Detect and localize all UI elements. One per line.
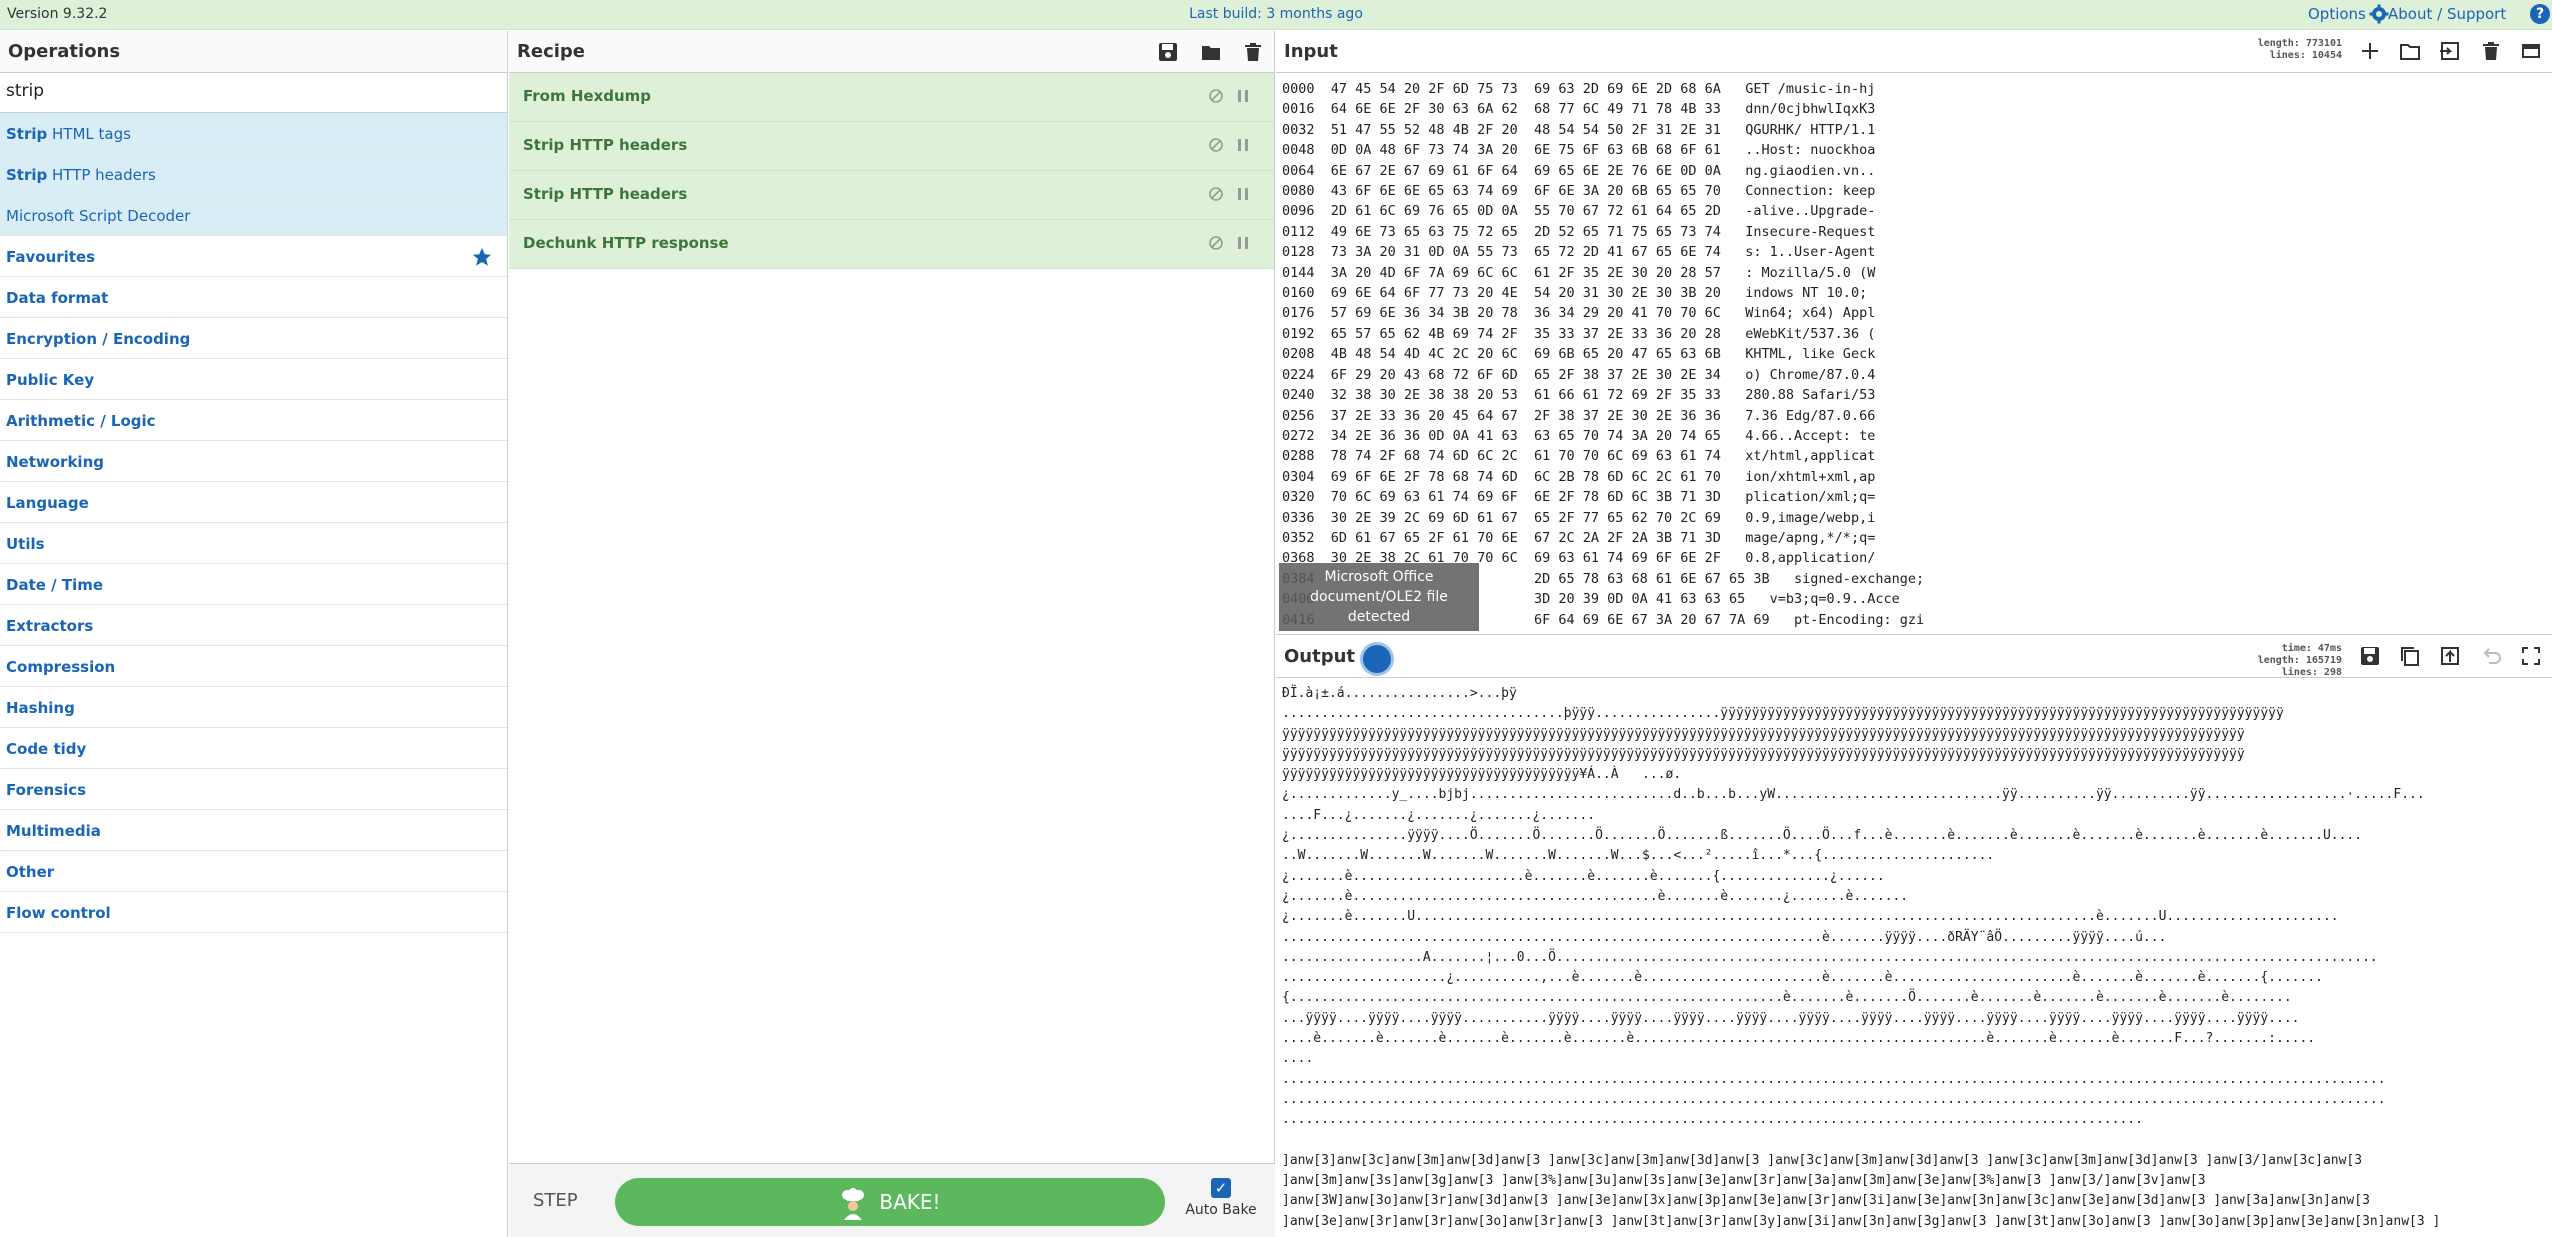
recipe-operation-label: Dechunk HTTP response [523, 234, 729, 252]
open-folder-icon[interactable] [2399, 40, 2421, 62]
disable-icon[interactable] [1208, 235, 1224, 251]
output-text[interactable]: ÐÏ.à¡±.á................>...þÿ .........… [1282, 684, 2544, 1234]
result-match: Strip [6, 125, 48, 143]
step-button[interactable]: STEP [533, 1190, 578, 1211]
category-item[interactable]: Multimedia [0, 810, 507, 851]
operation-result[interactable]: Strip HTML tags [0, 113, 507, 154]
trash-icon[interactable] [1242, 41, 1264, 63]
category-item[interactable]: Flow control [0, 892, 507, 933]
category-item[interactable]: Encryption / Encoding [0, 318, 507, 359]
breakpoint-icon[interactable] [1236, 235, 1250, 251]
recipe-operation[interactable]: Strip HTTP headers [509, 171, 1274, 220]
category-item[interactable]: Extractors [0, 605, 507, 646]
input-text[interactable]: 0000 47 45 54 20 2F 6D 75 73 69 63 2D 69… [1282, 79, 2532, 629]
output-header: Output time: 47ms length: 165719 lines: … [1276, 636, 2552, 678]
category-item[interactable]: Date / Time [0, 564, 507, 605]
output-pane: Output time: 47ms length: 165719 lines: … [1276, 636, 2552, 1237]
category-item[interactable]: Utils [0, 523, 507, 564]
add-tab-icon[interactable] [2359, 40, 2381, 62]
magic-tooltip: Microsoft Office document/OLE2 file dete… [1279, 563, 1479, 631]
input-header: Input length: 773101 lines: 10454 [1276, 31, 2552, 73]
result-label: Microsoft Script Decoder [6, 207, 191, 225]
star-icon [472, 247, 492, 266]
disable-icon[interactable] [1208, 88, 1224, 104]
output-length: length: 165719 [2257, 655, 2342, 666]
input-pane: Input length: 773101 lines: 10454 0000 4… [1276, 31, 2552, 635]
category-item[interactable]: Compression [0, 646, 507, 687]
folder-icon[interactable] [1200, 41, 1222, 63]
recipe-operation[interactable]: Strip HTTP headers [509, 122, 1274, 171]
recipe-operation[interactable]: From Hexdump [509, 73, 1274, 122]
save-icon[interactable] [1157, 41, 1179, 63]
undo-icon[interactable] [2480, 645, 2502, 667]
input-lines: lines: 10454 [2269, 50, 2342, 61]
layout-icon[interactable] [2520, 40, 2542, 62]
about-support-link[interactable]: About / Support [2388, 5, 2506, 23]
input-title: Input [1284, 41, 1338, 62]
auto-bake-toggle[interactable]: ✓ Auto Bake [1181, 1178, 1261, 1218]
category-item[interactable]: Other [0, 851, 507, 892]
category-item[interactable]: Arithmetic / Logic [0, 400, 507, 441]
category-item[interactable]: Code tidy [0, 728, 507, 769]
recipe-operation[interactable]: Dechunk HTTP response [509, 220, 1274, 269]
breakpoint-icon[interactable] [1236, 186, 1250, 202]
breakpoint-icon[interactable] [1236, 88, 1250, 104]
auto-bake-label: Auto Bake [1185, 1202, 1257, 1218]
output-time: time: 47ms [2281, 643, 2342, 654]
input-stats: length: 773101 lines: 10454 [2230, 38, 2342, 62]
checkbox-checked-icon[interactable]: ✓ [1211, 1178, 1231, 1198]
recipe-operation-label: Strip HTTP headers [523, 136, 688, 154]
maximize-icon[interactable] [2520, 645, 2542, 667]
operations-search-input[interactable]: strip [0, 73, 507, 113]
result-match: Strip [6, 166, 48, 184]
recipe-operation-label: Strip HTTP headers [523, 185, 688, 203]
category-favourites[interactable]: Favourites [0, 236, 507, 277]
bake-bar: STEP BAKE! ✓ Auto Bake [509, 1163, 1275, 1237]
recipe-panel: Recipe From Hexdump Strip HTTP headers S… [509, 31, 1275, 1237]
category-item[interactable]: Hashing [0, 687, 507, 728]
category-item[interactable]: Public Key [0, 359, 507, 400]
disable-icon[interactable] [1208, 137, 1224, 153]
result-label: HTML tags [47, 125, 131, 143]
bake-label: BAKE! [879, 1190, 941, 1214]
category-item[interactable]: Forensics [0, 769, 507, 810]
recipe-operation-label: From Hexdump [523, 87, 652, 105]
replace-input-icon[interactable] [2439, 645, 2461, 667]
operation-result[interactable]: Strip HTTP headers [0, 154, 507, 195]
output-lines: lines: 298 [2281, 667, 2342, 678]
category-item[interactable]: Data format [0, 277, 507, 318]
output-title: Output [1284, 646, 1356, 667]
open-file-icon[interactable] [2439, 40, 2461, 62]
result-label: HTTP headers [47, 166, 156, 184]
output-stats: time: 47ms length: 165719 lines: 298 [2230, 643, 2342, 679]
options-link[interactable]: Options [2308, 5, 2366, 23]
breakpoint-icon[interactable] [1236, 137, 1250, 153]
operation-result[interactable]: Microsoft Script Decoder [0, 195, 507, 236]
category-item[interactable]: Language [0, 482, 507, 523]
save-output-icon[interactable] [2359, 645, 2381, 667]
disable-icon[interactable] [1208, 186, 1224, 202]
gear-icon[interactable] [2369, 4, 2389, 24]
clear-input-icon[interactable] [2480, 40, 2502, 62]
bake-button[interactable]: BAKE! [615, 1178, 1165, 1226]
operations-title: Operations [0, 31, 507, 73]
recipe-header: Recipe [509, 31, 1274, 73]
help-icon[interactable]: ? [2530, 4, 2550, 24]
chef-icon [842, 1187, 865, 1220]
recipe-title: Recipe [517, 41, 586, 62]
magic-wand-icon[interactable] [1360, 642, 1394, 676]
top-bar: Version 9.32.2 Last build: 3 months ago … [0, 0, 2552, 30]
input-length: length: 773101 [2257, 38, 2342, 49]
last-build-link[interactable]: Last build: 3 months ago [0, 6, 2552, 22]
copy-icon[interactable] [2399, 645, 2421, 667]
category-label: Favourites [6, 248, 96, 266]
category-item[interactable]: Networking [0, 441, 507, 482]
operations-panel: Operations strip Strip HTML tags Strip H… [0, 31, 508, 1237]
